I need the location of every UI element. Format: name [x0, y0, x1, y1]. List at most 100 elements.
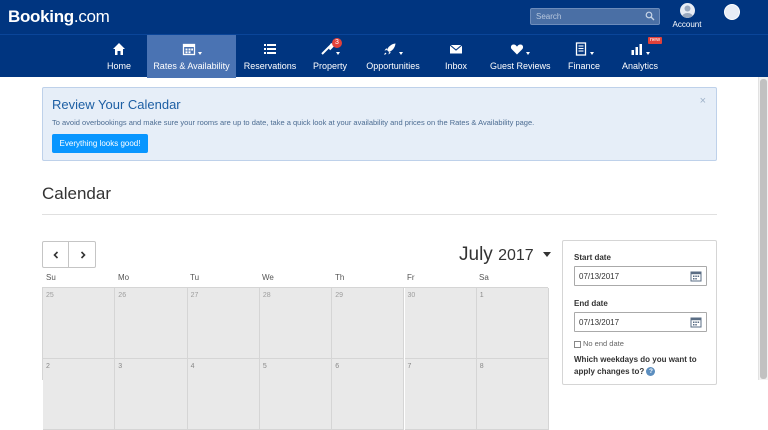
nav-label: Home [106, 61, 131, 71]
chevron-down-icon [590, 52, 594, 56]
calendar-icon[interactable] [690, 270, 702, 282]
user-icon [679, 3, 695, 18]
no-end-date-label: No end date [583, 339, 624, 348]
no-end-date-checkbox[interactable]: No end date [574, 339, 624, 348]
nav-item-analytics[interactable]: new Analytics [620, 35, 663, 78]
start-date-input[interactable] [575, 267, 685, 285]
calendar-day[interactable]: 30 [404, 288, 477, 359]
scroll-thumb[interactable] [760, 79, 767, 379]
rocket-icon [384, 43, 396, 55]
nav-item-inbox[interactable]: Inbox [440, 35, 472, 78]
envelope-icon [449, 44, 463, 54]
calendar-day[interactable]: 26 [115, 288, 188, 359]
search-icon[interactable] [645, 11, 655, 21]
nav-item-opportunities[interactable]: Opportunities [362, 35, 424, 78]
nav-item-guest-reviews[interactable]: Guest Reviews [490, 35, 551, 78]
calendar-day[interactable]: 8 [476, 359, 550, 430]
day-number: 27 [190, 292, 199, 299]
top-bar: Booking.com Account [0, 0, 768, 34]
date-range-panel: Start date End date No end date Which we… [562, 240, 717, 385]
chevron-down-icon [399, 52, 403, 56]
calendar-day[interactable]: 6 [332, 359, 405, 430]
account-label: Account [672, 20, 702, 29]
heart-icon [510, 44, 524, 55]
weekday-label: Th [335, 273, 345, 282]
day-number: 8 [479, 363, 484, 370]
nav-item-finance[interactable]: Finance [566, 35, 602, 78]
end-date-input[interactable] [575, 313, 685, 331]
notification-badge: 3 [332, 38, 342, 48]
weekday-label: Sa [479, 273, 489, 282]
day-number: 1 [479, 292, 484, 299]
weekday-label: Su [46, 273, 56, 282]
chevron-down-icon [646, 52, 650, 56]
start-date-field[interactable] [574, 266, 707, 286]
calendar-day[interactable]: 7 [404, 359, 477, 430]
weekday-question: Which weekdays do you want to apply chan… [574, 354, 714, 378]
calendar-day[interactable]: 4 [187, 359, 260, 430]
next-month-button[interactable] [70, 242, 96, 267]
month-year-dropdown[interactable]: July 2017 [459, 244, 551, 266]
chevron-down-icon [336, 52, 340, 56]
help-icon[interactable]: ? [646, 367, 656, 377]
alert-text: To avoid overbookings and make sure your… [52, 118, 535, 127]
day-number: 6 [335, 363, 340, 370]
calendar-day[interactable]: 5 [259, 359, 333, 430]
main-nav: Home Rates & Availability Reservations 3… [0, 34, 768, 78]
calendar-icon[interactable] [690, 316, 702, 328]
start-date-label: Start date [574, 253, 611, 262]
end-date-label: End date [574, 299, 608, 308]
account-menu[interactable]: Account [672, 3, 702, 31]
nav-item-reservations[interactable]: Reservations [241, 35, 299, 78]
page-title: Calendar [42, 184, 111, 203]
page-scrollbar[interactable] [758, 77, 768, 380]
weekday-label: Tu [190, 273, 200, 282]
weekday-question-text: Which weekdays do you want to apply chan… [574, 355, 697, 376]
search-input[interactable] [531, 9, 641, 24]
calendar-day[interactable]: 25 [43, 288, 116, 359]
search-box[interactable] [530, 8, 660, 25]
chevron-right-icon [80, 250, 86, 259]
calendar-icon [182, 43, 195, 56]
divider [42, 214, 717, 215]
home-icon [113, 43, 125, 55]
day-number: 5 [262, 363, 267, 370]
nav-item-property[interactable]: 3 Property [306, 35, 354, 78]
calendar-day[interactable]: 28 [259, 288, 333, 359]
everything-looks-good-button[interactable]: Everything looks good! [52, 134, 148, 153]
nav-label: Opportunities [366, 61, 420, 71]
new-badge: new [648, 37, 663, 44]
month-navigation [42, 241, 96, 268]
previous-month-button[interactable] [43, 242, 69, 267]
bar-chart-icon [631, 44, 642, 55]
property-avatar[interactable] [724, 4, 740, 20]
day-number: 3 [118, 363, 123, 370]
nav-label: Rates & Availability [153, 61, 230, 71]
chevron-left-icon [52, 250, 58, 259]
weekday-label: Fr [407, 273, 415, 282]
checkbox[interactable] [574, 340, 581, 348]
calendar-day[interactable]: 29 [332, 288, 405, 359]
document-icon [575, 42, 587, 56]
day-number: 7 [407, 363, 412, 370]
close-icon[interactable]: × [700, 95, 706, 107]
calendar-day[interactable]: 1 [476, 288, 550, 359]
nav-label: Reservations [243, 61, 297, 71]
calendar-day[interactable]: 3 [115, 359, 188, 430]
brand-logo[interactable]: Booking.com [8, 7, 110, 27]
alert-title: Review Your Calendar [52, 97, 181, 112]
day-number: 28 [262, 292, 271, 299]
nav-label: Finance [567, 61, 601, 71]
nav-label: Guest Reviews [490, 61, 551, 71]
nav-label: Property [312, 61, 347, 71]
chevron-down-icon [542, 252, 551, 258]
chevron-down-icon [526, 52, 530, 56]
calendar-day[interactable]: 2 [43, 359, 116, 430]
calendar-day[interactable]: 27 [187, 288, 260, 359]
day-number: 29 [335, 292, 343, 299]
nav-label: Inbox [444, 61, 468, 71]
nav-item-home[interactable]: Home [97, 35, 141, 78]
nav-item-rates-availability[interactable]: Rates & Availability [147, 35, 236, 78]
end-date-field[interactable] [574, 312, 707, 332]
month-label: July [459, 244, 493, 265]
